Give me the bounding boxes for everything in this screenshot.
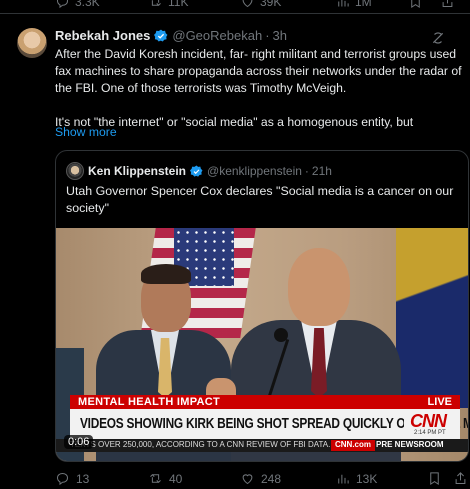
- heart-icon: [242, 0, 253, 8]
- news-ticker: TEXTS OVER 250,000, ACCORDING TO A CNN R…: [56, 439, 468, 452]
- share-icon: [455, 472, 466, 484]
- ticker-text: TEXTS OVER 250,000, ACCORDING TO A CNN R…: [70, 440, 331, 449]
- quote-author-handle: @kenklippenstein: [207, 164, 302, 178]
- bookmark-icon: [411, 0, 420, 9]
- tweet-line: [55, 97, 470, 114]
- ticker-section: PRE NEWSROOM: [376, 440, 444, 449]
- share-button[interactable]: [453, 471, 468, 486]
- video-duration: 0:06: [64, 435, 94, 449]
- tweet-actions: 13 40 248 13K: [55, 471, 469, 487]
- share-button[interactable]: [440, 0, 455, 9]
- author-name[interactable]: Rebekah Jones: [55, 28, 150, 43]
- network-logo-box: CNN 2:14 PM PT: [404, 409, 460, 439]
- heart-icon: [242, 474, 253, 485]
- bookmark-button[interactable]: [427, 471, 442, 486]
- bookmark-icon: [430, 472, 439, 486]
- microphone: [274, 328, 288, 342]
- quote-text: Utah Governor Spencer Cox declares "Soci…: [66, 184, 454, 215]
- tweet-line: It's not "the internet" or "social media…: [55, 115, 414, 129]
- chyron-label-bar: MENTAL HEALTH IMPACT LIVE: [70, 395, 460, 409]
- like-count: 248: [261, 471, 282, 486]
- quote-header: Ken Klippenstein @kenklippenstein · 21h: [88, 164, 332, 178]
- tweet-line: After the David Koresh incident, far- ri…: [55, 47, 457, 61]
- separator: ·: [304, 164, 309, 178]
- quote-avatar[interactable]: [66, 162, 84, 180]
- cnn-logo: CNN: [410, 411, 447, 431]
- avatar[interactable]: [17, 28, 47, 58]
- view-count: 1M: [355, 0, 372, 9]
- video-player[interactable]: MENTAL HEALTH IMPACT LIVE VIDEOS SHOWING…: [56, 228, 468, 461]
- like-button[interactable]: 248: [240, 471, 281, 486]
- tweet-header: Rebekah Jones @GeoRebekah · 3h: [55, 28, 287, 43]
- verified-badge-icon: [154, 29, 168, 43]
- repost-button[interactable]: 40: [148, 471, 182, 486]
- show-more-link[interactable]: Show more: [55, 125, 117, 139]
- views-button[interactable]: 13K: [335, 471, 377, 486]
- view-count: 13K: [356, 471, 378, 486]
- views-icon: [338, 0, 349, 7]
- reply-button[interactable]: 3.3K: [55, 0, 100, 9]
- live-badge: LIVE: [427, 396, 452, 408]
- quoted-tweet[interactable]: Ken Klippenstein @kenklippenstein · 21h …: [55, 150, 469, 462]
- reply-count: 3.3K: [75, 0, 100, 9]
- views-button[interactable]: 1M: [335, 0, 372, 9]
- ticker-site: CNN.com: [331, 440, 376, 451]
- repost-button[interactable]: 11K: [148, 0, 188, 9]
- divider: [0, 13, 470, 14]
- share-icon: [442, 0, 453, 7]
- reply-button[interactable]: 13: [55, 471, 89, 486]
- grok-icon[interactable]: [431, 31, 445, 45]
- like-button[interactable]: 39K: [240, 0, 281, 9]
- quote-author-name: Ken Klippenstein: [88, 164, 187, 178]
- views-icon: [338, 474, 349, 484]
- tweet-time[interactable]: 3h: [273, 28, 287, 43]
- chyron-headline-bar: VIDEOS SHOWING KIRK BEING SHOT SPREAD QU…: [70, 409, 468, 439]
- quote-time: 21h: [311, 164, 332, 178]
- state-flag: [396, 228, 468, 408]
- chyron-label: MENTAL HEALTH IMPACT: [78, 396, 221, 408]
- author-handle[interactable]: @GeoRebekah: [172, 28, 262, 43]
- separator: ·: [265, 28, 270, 43]
- tweet-text: After the David Koresh incident, far- ri…: [55, 46, 470, 131]
- reply-icon: [56, 0, 69, 9]
- like-count: 39K: [260, 0, 282, 9]
- reply-count: 13: [76, 471, 90, 486]
- repost-count: 11K: [168, 0, 189, 9]
- broadcast-clock: 2:14 PM PT: [414, 430, 446, 436]
- verified-badge-icon: [190, 165, 203, 178]
- repost-icon: [150, 474, 161, 483]
- tweet-line: fax machines to share propaganda across …: [55, 64, 462, 78]
- tweet-line: the FBI. One of those terrorists was Tim…: [55, 81, 347, 95]
- reply-icon: [56, 472, 69, 486]
- bookmark-button[interactable]: [408, 0, 423, 9]
- previous-tweet-actions: 3.3K 11K 39K 1M: [0, 0, 470, 10]
- repost-count: 40: [169, 471, 183, 486]
- repost-icon: [151, 0, 161, 6]
